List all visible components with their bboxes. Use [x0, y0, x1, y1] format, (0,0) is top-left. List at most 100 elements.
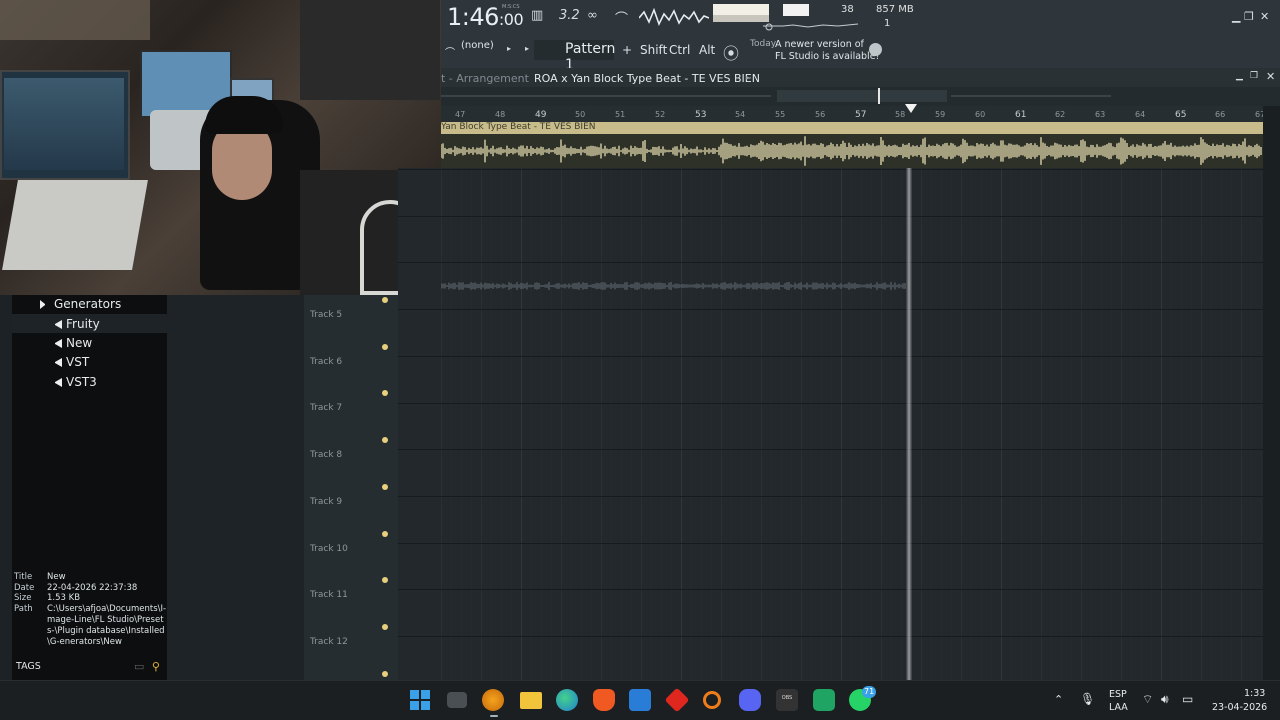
- browser-item-new[interactable]: New: [52, 336, 92, 350]
- minimize-icon[interactable]: ▁: [1232, 10, 1240, 23]
- track-label[interactable]: Track 8: [310, 450, 342, 460]
- ruler-bar-number: 58: [895, 110, 906, 119]
- arrangement-arrow-icon[interactable]: ▸: [746, 73, 750, 82]
- audio-clip-waveform[interactable]: [441, 134, 1263, 168]
- ruler-bar-number: 52: [655, 110, 666, 119]
- browser-info-path: C:\Users\afjoa\Documents\I-mage-Line\FL …: [47, 604, 167, 647]
- cpu-value: 38: [841, 4, 854, 15]
- shift-key-button[interactable]: Shift: [640, 43, 667, 57]
- track-label[interactable]: Track 6: [310, 357, 342, 367]
- language-bottom[interactable]: LAA: [1109, 702, 1128, 713]
- fl-studio-running-indicator: [490, 715, 498, 717]
- pattern-selector[interactable]: Pattern 1: [534, 40, 615, 73]
- track-label[interactable]: Track 5: [310, 310, 342, 320]
- metronome-icon[interactable]: ⌒: [615, 8, 628, 27]
- horizontal-scrollbar[interactable]: [441, 87, 1280, 106]
- track-activity-indicator[interactable]: [382, 343, 388, 350]
- polyphony-value: 1: [884, 18, 891, 29]
- track-activity-indicator[interactable]: [382, 530, 388, 537]
- folder-icon[interactable]: ▭: [134, 660, 144, 673]
- audio-clip-header[interactable]: Yan Block Type Beat - TE VES BIEN: [441, 122, 1263, 134]
- playlist-grid[interactable]: [398, 168, 1263, 680]
- playlist-restore-icon[interactable]: ❐: [1250, 71, 1258, 81]
- ruler-bar-number: 59: [935, 110, 946, 119]
- news-icon[interactable]: ⦿: [723, 40, 739, 64]
- track-label[interactable]: Track 10: [310, 544, 348, 554]
- memory-value: 857 MB: [876, 4, 914, 15]
- battery-icon[interactable]: ▭: [1182, 692, 1193, 706]
- track-activity-indicator[interactable]: [382, 670, 388, 677]
- search-icon[interactable]: ⚲: [152, 660, 160, 673]
- file-explorer-icon[interactable]: [520, 692, 542, 709]
- wifi-icon[interactable]: ⌔: [1142, 692, 1153, 707]
- globe-icon[interactable]: [869, 43, 882, 56]
- close-icon[interactable]: ✕: [1260, 10, 1269, 23]
- track-label[interactable]: Track 9: [310, 497, 342, 507]
- vertical-scrollbar[interactable]: [1263, 106, 1280, 680]
- windows-start-icon[interactable]: [409, 689, 431, 711]
- tags-tools: ▭ ⚲: [134, 660, 160, 673]
- browser-item-fruity[interactable]: Fruity: [52, 317, 100, 331]
- ruler-bar-number: 63: [1095, 110, 1106, 119]
- speaker-icon: [52, 320, 62, 329]
- discord-icon[interactable]: [739, 689, 761, 711]
- track-label[interactable]: Track 7: [310, 403, 342, 413]
- ruler-bar-number: 66: [1215, 110, 1226, 119]
- edge-icon[interactable]: [556, 689, 578, 711]
- clock-date[interactable]: 23-04-2026: [1212, 702, 1267, 713]
- playlist-minimize-icon[interactable]: ▁: [1236, 71, 1243, 81]
- time-unit-label: M:S:CS: [502, 4, 520, 10]
- ruler-bar-number: 50: [575, 110, 586, 119]
- search-app-icon[interactable]: [703, 691, 721, 709]
- browser-splitter-area: [167, 295, 304, 680]
- step-edit-icon[interactable]: 3.2: [559, 8, 580, 23]
- snap-icon[interactable]: ⌒: [445, 44, 455, 59]
- microphone-icon[interactable]: 🎙: [1080, 692, 1095, 706]
- snap-selector[interactable]: (none): [461, 40, 494, 51]
- ruler-bar-number: 51: [615, 110, 626, 119]
- fl-studio-icon[interactable]: [482, 689, 504, 711]
- polyphony-bar: [783, 4, 809, 16]
- webcam-overlay: [0, 0, 441, 295]
- green-app-icon[interactable]: [813, 689, 835, 711]
- track-activity-indicator[interactable]: [382, 483, 388, 490]
- obs-webcam-icon[interactable]: OBS: [776, 689, 798, 711]
- chevron-up-icon[interactable]: ⌃: [1054, 693, 1063, 706]
- add-pattern-button[interactable]: +: [622, 43, 632, 57]
- speaker-icon: [52, 358, 62, 367]
- brave-icon[interactable]: [593, 689, 615, 711]
- restore-icon[interactable]: ❐: [1244, 10, 1254, 23]
- track-activity-indicator[interactable]: [382, 623, 388, 630]
- pattern-arrow-icon[interactable]: ▸: [525, 44, 529, 53]
- language-top[interactable]: ESP: [1109, 689, 1127, 700]
- browser-item-vst3[interactable]: VST3: [52, 375, 97, 389]
- clock-time[interactable]: 1:33: [1244, 688, 1265, 699]
- track-label[interactable]: Track 11: [310, 590, 348, 600]
- piano-keyboard-icon[interactable]: ▥: [531, 8, 543, 23]
- playhead-marker[interactable]: [905, 104, 917, 113]
- browser-item-vst[interactable]: VST: [52, 355, 89, 369]
- browser-folder-generators[interactable]: Generators: [40, 297, 121, 311]
- browser-edge: [0, 295, 12, 685]
- alt-key-button[interactable]: Alt: [699, 43, 715, 57]
- track-label[interactable]: Track 12: [310, 637, 348, 647]
- volume-icon[interactable]: 🔊︎: [1161, 692, 1169, 707]
- loop-record-icon[interactable]: ∞: [587, 8, 598, 23]
- arrangement-selector[interactable]: ROA x Yan Block Type Beat - TE VES BIEN: [534, 72, 760, 85]
- hint-today: Today: [750, 39, 777, 49]
- ruler-bar-number: 49: [535, 110, 547, 120]
- oscilloscope-icon: [639, 7, 709, 27]
- ruler-bar-number: 60: [975, 110, 986, 119]
- cpu-meter: [713, 4, 769, 22]
- timeline-ruler[interactable]: 47 48 49 50 51 52 53 54 55 56 57 58 59 60 61 62 63 64 65 66…: [441, 106, 1265, 122]
- task-view-icon[interactable]: [447, 692, 467, 708]
- track-activity-indicator[interactable]: [382, 297, 388, 303]
- snap-arrow-icon[interactable]: ▸: [507, 44, 511, 53]
- playlist-close-icon[interactable]: ✕: [1266, 70, 1275, 83]
- ruler-bar-number: 57: [855, 110, 867, 120]
- main-toolbar: 1:46:00 M:S:CS ▥ 3.2 ∞ ⌒ 38 857 MB 1 ▁ ❐…: [441, 0, 1280, 73]
- ctrl-key-button[interactable]: Ctrl: [669, 43, 690, 57]
- playhead-line: [906, 168, 912, 680]
- ruler-bar-number: 53: [695, 110, 707, 120]
- microsoft-store-icon[interactable]: [629, 689, 651, 711]
